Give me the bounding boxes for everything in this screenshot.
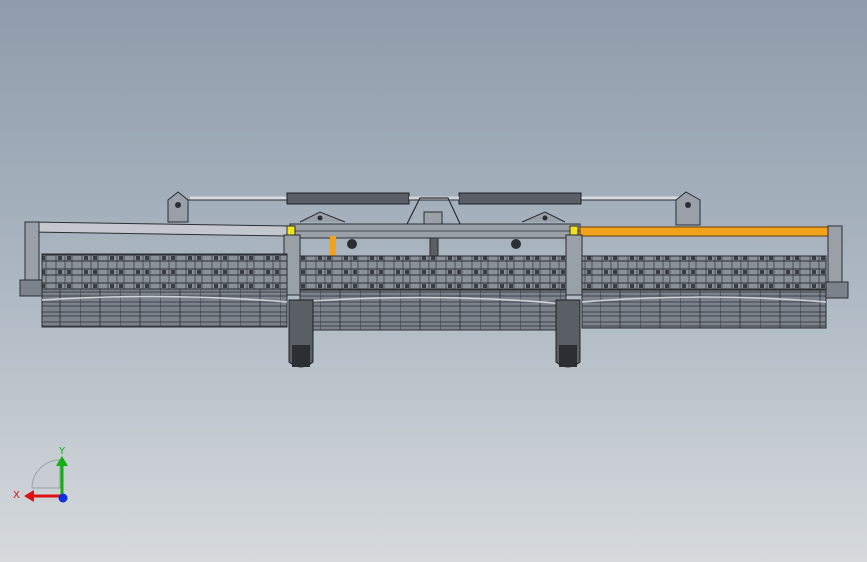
top-linkage[interactable]	[167, 191, 701, 229]
tine-section-left[interactable]	[41, 253, 288, 328]
cad-model-assembly[interactable]	[0, 0, 867, 562]
y-axis-label: Y	[58, 446, 66, 457]
tine-section-right[interactable]	[581, 255, 827, 329]
x-axis-label: X	[13, 490, 20, 501]
highlighted-beam-right[interactable]	[579, 226, 831, 237]
graphics-viewport[interactable]: Y X	[0, 0, 867, 562]
z-axis-dot	[58, 493, 68, 503]
coordinate-triad: Y X	[13, 446, 68, 503]
tine-section-center[interactable]	[299, 255, 567, 331]
hydraulic-cylinder-left[interactable]	[286, 192, 410, 205]
hydraulic-cylinder-right[interactable]	[458, 192, 582, 205]
